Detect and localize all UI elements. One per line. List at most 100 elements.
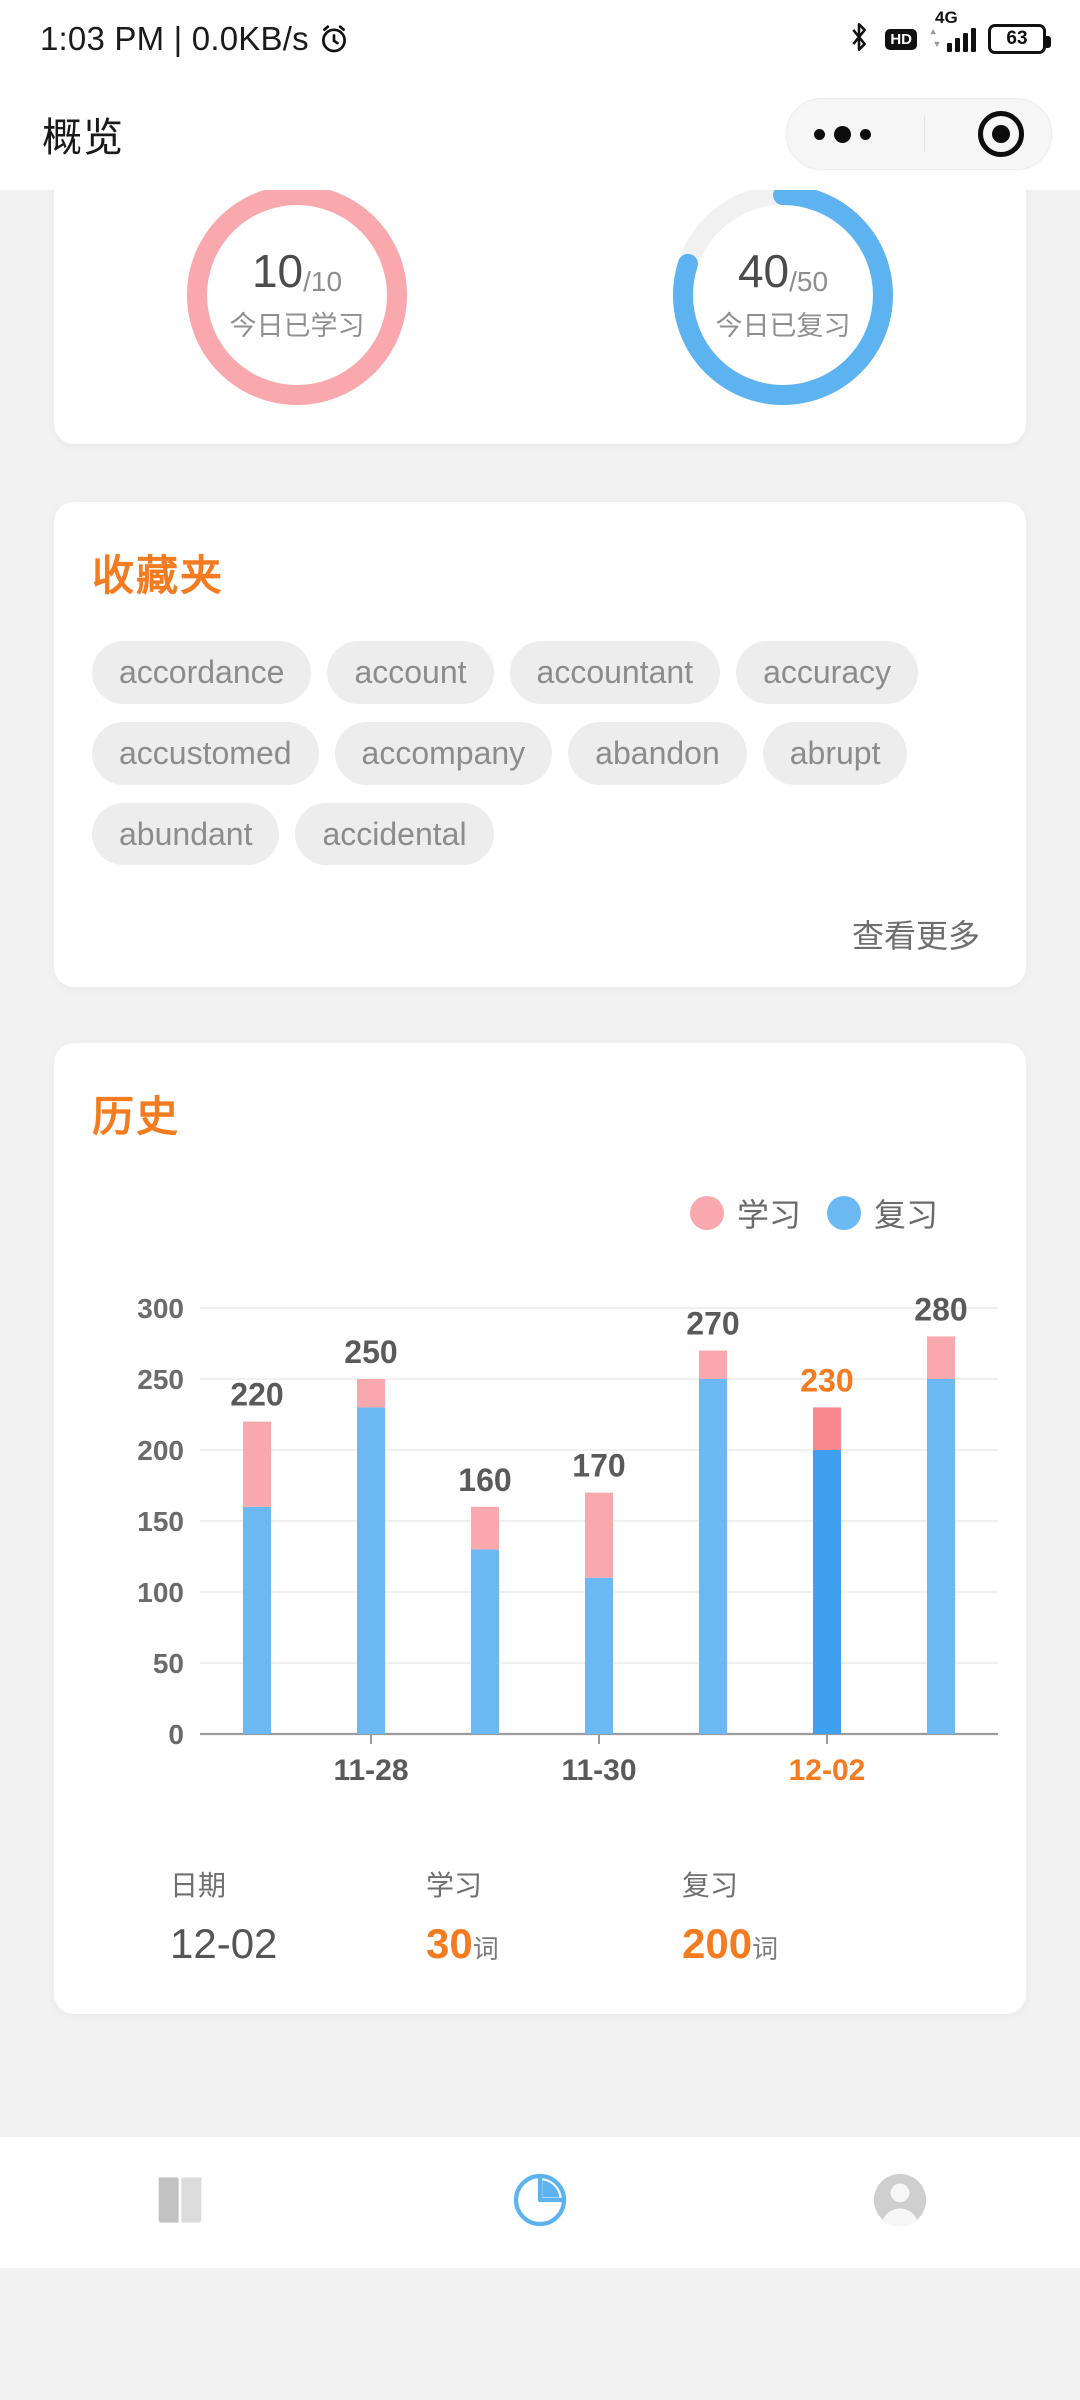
- bar-segment-review[interactable]: [699, 1379, 727, 1735]
- bluetooth-icon: [845, 20, 873, 59]
- tab-book[interactable]: [2, 2137, 358, 2268]
- summary-review-unit: 词: [752, 1934, 779, 1965]
- summary-date-header: 日期: [170, 1870, 227, 1902]
- legend-item-review: 复习: [826, 1190, 938, 1236]
- bar-segment-review[interactable]: [357, 1407, 385, 1735]
- bar-segment-study[interactable]: [243, 1421, 271, 1508]
- legend-label-study: 学习: [736, 1197, 801, 1234]
- bar-segment-study[interactable]: [471, 1507, 499, 1550]
- summary-date-value: 12-02: [170, 1920, 278, 1968]
- status-bar-left: 1:03 PM | 0.0KB/s: [40, 20, 351, 58]
- review-ring-label: 40/50 今日已复习: [663, 190, 903, 415]
- summary-study: 学习 30词: [426, 1864, 682, 1968]
- history-card: 历史 学习 复习 0 50 100 150 200 250 300 220 250 11-28 16…: [54, 1043, 1026, 2015]
- data-arrows-icon: [929, 29, 945, 52]
- target-circle-icon[interactable]: [978, 111, 1025, 157]
- bottom-tab-bar[interactable]: [0, 2136, 1080, 2268]
- y-axis-tick-label: 250: [137, 1364, 184, 1395]
- review-ring-caption: 今日已复习: [715, 310, 851, 341]
- bar-value-label: 270: [686, 1306, 739, 1342]
- favorite-word-chip[interactable]: accustomed: [92, 721, 319, 785]
- favorite-word-chip[interactable]: accompany: [334, 721, 553, 785]
- bar-segment-study[interactable]: [585, 1492, 613, 1579]
- x-axis-tick-label: 11-28: [333, 1754, 408, 1787]
- battery-icon: 63: [988, 24, 1051, 54]
- summary-study-value: 30词: [426, 1920, 499, 1968]
- status-bar-right: HD 4G 63: [845, 8, 1051, 59]
- progress-card: 10/10 今日已学习 40/50 今日已复习: [54, 190, 1026, 444]
- favorites-title: 收藏夹: [92, 552, 225, 599]
- y-axis-tick-label: 100: [137, 1577, 184, 1608]
- summary-review: 复习 200词: [682, 1864, 938, 1968]
- legend-label-review: 复习: [873, 1197, 938, 1234]
- favorite-word-chip[interactable]: accordance: [92, 641, 312, 704]
- summary-study-header: 学习: [426, 1870, 483, 1902]
- study-ring-total: /10: [303, 265, 343, 297]
- bar-segment-study[interactable]: [927, 1336, 955, 1380]
- progress-rings-row: 10/10 今日已学习 40/50 今日已复习: [54, 190, 1026, 418]
- bar-value-label: 280: [914, 1292, 967, 1328]
- favorite-word-chip[interactable]: account: [327, 641, 494, 704]
- signal-bars-icon: [947, 26, 976, 52]
- tab-profile[interactable]: [722, 2137, 1078, 2268]
- status-bar: 1:03 PM | 0.0KB/s HD 4G 63: [0, 0, 1080, 78]
- bar-segment-study[interactable]: [357, 1379, 385, 1408]
- bar-value-label: 170: [572, 1448, 625, 1484]
- x-axis-tick-label: 12-02: [789, 1754, 866, 1787]
- history-bar-chart[interactable]: 0 50 100 150 200 250 300 220 250 11-28 160 170 11-30…: [92, 1262, 998, 1822]
- bar-value-label: 220: [230, 1377, 283, 1413]
- page-title: 概览: [42, 116, 124, 160]
- y-axis-tick-label: 0: [168, 1719, 184, 1750]
- summary-date: 日期 12-02: [170, 1864, 426, 1968]
- x-axis-tick-label: 11-30: [561, 1754, 636, 1787]
- y-axis-tick-label: 200: [137, 1435, 184, 1466]
- pie-chart-icon[interactable]: [508, 2168, 572, 2237]
- book-icon[interactable]: [148, 2168, 212, 2237]
- summary-review-value: 200词: [682, 1920, 779, 1968]
- favorite-word-chip[interactable]: abundant: [92, 802, 280, 866]
- summary-study-unit: 词: [472, 1934, 499, 1965]
- review-ring[interactable]: 40/50 今日已复习: [663, 190, 903, 415]
- person-icon[interactable]: [867, 2167, 933, 2238]
- bar-segment-review[interactable]: [927, 1379, 955, 1735]
- favorite-word-chip[interactable]: abrupt: [762, 721, 908, 785]
- review-ring-total: /50: [789, 265, 829, 297]
- favorite-word-chip[interactable]: abandon: [568, 721, 747, 785]
- favorite-word-chip[interactable]: accidental: [295, 802, 494, 866]
- scroll-content[interactable]: 10/10 今日已学习 40/50 今日已复习 收藏夹 accordance a…: [0, 190, 1080, 2268]
- status-clock: 1:03 PM | 0.0KB/s: [40, 20, 309, 57]
- tab-overview[interactable]: [362, 2137, 718, 2268]
- study-ring-caption: 今日已学习: [229, 310, 365, 341]
- bar-segment-study[interactable]: [699, 1350, 727, 1380]
- favorites-more-row: 查看更多: [92, 911, 988, 957]
- favorites-word-list: accordance account accountant accuracy accus…: [92, 641, 988, 866]
- bar-segment-review[interactable]: [813, 1450, 841, 1735]
- more-dots-icon[interactable]: [813, 125, 871, 143]
- battery-level: 63: [1006, 28, 1028, 49]
- hd-icon: HD: [885, 28, 917, 50]
- favorite-word-chip[interactable]: accuracy: [736, 641, 919, 704]
- bar-value-label: 250: [344, 1334, 397, 1370]
- bar-segment-review[interactable]: [243, 1507, 271, 1735]
- bar-segment-review[interactable]: [471, 1549, 499, 1735]
- miniprogram-capsule[interactable]: [786, 98, 1052, 170]
- bar-value-label: 230: [800, 1363, 853, 1399]
- y-axis-tick-label: 300: [137, 1293, 184, 1324]
- study-ring-label: 10/10 今日已学习: [177, 190, 417, 415]
- nav-bar: 概览: [0, 78, 1080, 190]
- bar-segment-study[interactable]: [813, 1407, 841, 1451]
- bar-segment-review[interactable]: [585, 1578, 613, 1735]
- network-indicator: 4G: [929, 8, 976, 52]
- favorite-word-chip[interactable]: accountant: [509, 641, 721, 704]
- y-axis-tick-label: 50: [153, 1648, 184, 1679]
- history-title: 历史: [92, 1093, 181, 1141]
- legend-dot-study: [689, 1196, 724, 1231]
- y-axis-tick-label: 150: [137, 1506, 184, 1537]
- favorites-card: 收藏夹 accordance account accountant accuracy a…: [54, 502, 1026, 988]
- view-more-link[interactable]: 查看更多: [852, 911, 980, 957]
- legend-item-study: 学习: [689, 1190, 801, 1236]
- history-summary: 日期 12-02 学习 30词 复习 200词: [92, 1864, 988, 1968]
- chart-legend: 学习 复习: [92, 1190, 988, 1236]
- study-ring[interactable]: 10/10 今日已学习: [177, 190, 417, 415]
- legend-dot-review: [826, 1196, 861, 1231]
